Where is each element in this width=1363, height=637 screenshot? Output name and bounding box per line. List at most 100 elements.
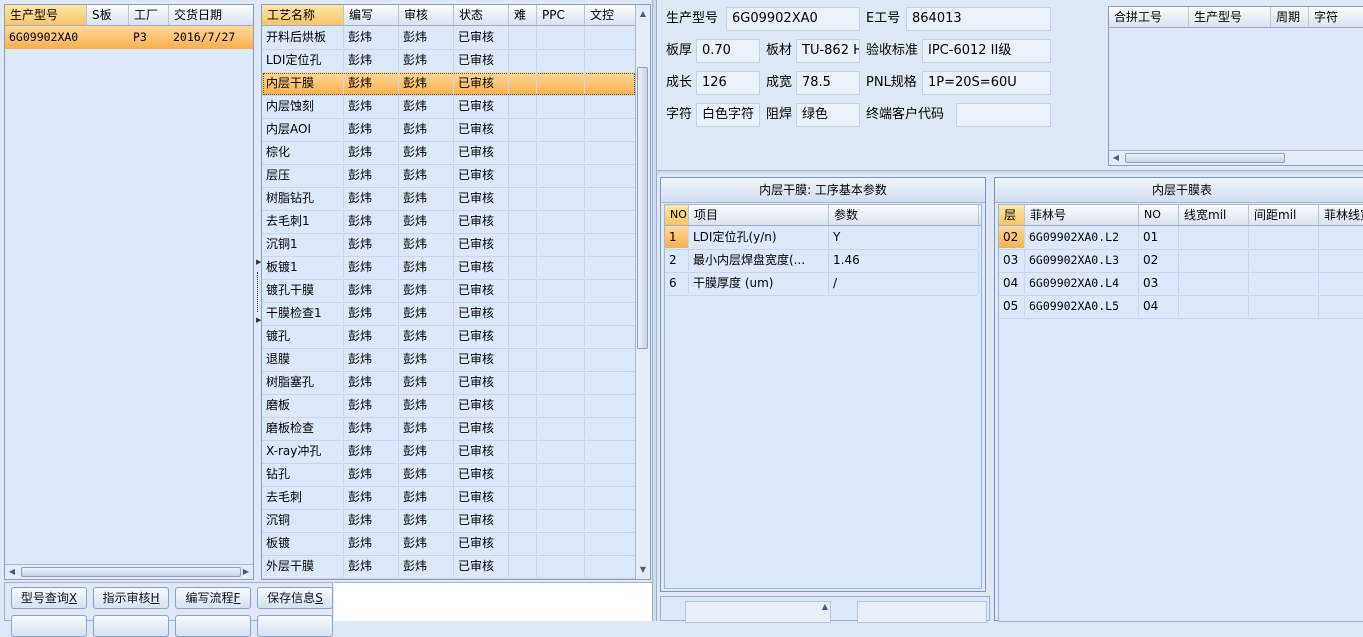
film-row[interactable]: 03 6G09902XA0.L3 02 xyxy=(999,249,1363,273)
process-row[interactable]: 开料后烘板 彭炜 彭炜 已审核 xyxy=(262,26,638,50)
params-col-item[interactable]: 项目 xyxy=(689,205,829,225)
param-row[interactable]: 2 最小内层焊盘宽度(... 1.46 xyxy=(665,249,979,273)
params-col-no[interactable]: NO xyxy=(665,205,689,225)
process-row[interactable]: 内层AOI 彭炜 彭炜 已审核 xyxy=(262,118,638,142)
film-col-film[interactable]: 菲林号 xyxy=(1025,205,1139,225)
process-row[interactable]: 棕化 彭炜 彭炜 已审核 xyxy=(262,141,638,165)
process-row[interactable]: 树脂钻孔 彭炜 彭炜 已审核 xyxy=(262,187,638,211)
merge-hscroll-thumb[interactable] xyxy=(1125,153,1285,163)
film-layer-cell: 05 xyxy=(999,295,1025,317)
order-hscroll[interactable]: ◀ ▶ xyxy=(5,564,253,579)
process-col-reviewer[interactable]: 审核 xyxy=(399,5,454,25)
order-col-factory[interactable]: 工厂 xyxy=(129,5,169,25)
customer-field[interactable] xyxy=(956,103,1051,127)
footer-field-2[interactable] xyxy=(857,601,987,623)
process-row[interactable]: 退膜 彭炜 彭炜 已审核 xyxy=(262,348,638,372)
extra-button-4[interactable] xyxy=(257,615,333,637)
order-col-date[interactable]: 交货日期 xyxy=(169,5,253,25)
process-row[interactable]: 板镀 彭炜 彭炜 已审核 xyxy=(262,532,638,556)
process-vscroll[interactable]: ▲ ▼ xyxy=(635,5,650,579)
extra-button-2[interactable] xyxy=(93,615,169,637)
thickness-field[interactable]: 0.70 xyxy=(696,39,760,63)
film-col-linewidth[interactable]: 线宽mil xyxy=(1179,205,1249,225)
process-vscroll-thumb[interactable] xyxy=(637,67,648,349)
param-row[interactable]: 1 LDI定位孔(y/n) Y xyxy=(665,226,979,250)
scroll-up-icon[interactable]: ▲ xyxy=(636,7,650,21)
process-col-writer[interactable]: 编写 xyxy=(344,5,399,25)
process-row[interactable]: 内层蚀刻 彭炜 彭炜 已审核 xyxy=(262,95,638,119)
param-row[interactable]: 6 干膜厚度 (um) / xyxy=(665,272,979,296)
process-row[interactable]: 板镀1 彭炜 彭炜 已审核 xyxy=(262,256,638,280)
process-col-doc[interactable]: 文控 xyxy=(585,5,638,25)
process-row[interactable]: 内层干膜 彭炜 彭炜 已审核 xyxy=(262,72,638,96)
extra-button-3[interactable] xyxy=(175,615,251,637)
material-field[interactable]: TU-862 H xyxy=(796,39,860,63)
eno-field[interactable]: 864013 xyxy=(906,7,1051,31)
extra-button-1[interactable] xyxy=(11,615,87,637)
process-row[interactable]: 干膜检查1 彭炜 彭炜 已审核 xyxy=(262,302,638,326)
process-row[interactable]: 磨板检查 彭炜 彭炜 已审核 xyxy=(262,417,638,441)
process-row[interactable]: 外层干膜 彭炜 彭炜 已审核 xyxy=(262,555,638,579)
splitter-grip[interactable]: ▶ ▶ xyxy=(255,258,261,328)
review-instruction-button[interactable]: 指示审核H xyxy=(93,587,169,609)
horizontal-divider[interactable] xyxy=(657,170,1363,174)
process-status-cell: 已审核 xyxy=(454,371,509,393)
process-row[interactable]: 去毛刺 彭炜 彭炜 已审核 xyxy=(262,486,638,510)
process-grid[interactable]: 工艺名称 编写 审核 状态 难 PPC 文控 开料后烘板 彭炜 彭炜 已审核 LDI定位… xyxy=(261,4,651,580)
film-col-spacing[interactable]: 间距mil xyxy=(1249,205,1319,225)
merge-col-model[interactable]: 生产型号 xyxy=(1189,7,1271,27)
order-hscroll-thumb[interactable] xyxy=(21,567,241,577)
process-row[interactable]: 层压 彭炜 彭炜 已审核 xyxy=(262,164,638,188)
process-row[interactable]: 磨板 彭炜 彭炜 已审核 xyxy=(262,394,638,418)
process-row[interactable]: LDI定位孔 彭炜 彭炜 已审核 xyxy=(262,49,638,73)
scroll-up-icon[interactable]: ▲ xyxy=(822,602,828,611)
process-row[interactable]: 沉铜1 彭炜 彭炜 已审核 xyxy=(262,233,638,257)
legend-field[interactable]: 白色字符 xyxy=(696,103,760,127)
model-field[interactable]: 6G09902XA0 xyxy=(726,7,860,31)
save-info-button[interactable]: 保存信息S xyxy=(257,587,333,609)
scroll-down-icon[interactable]: ▼ xyxy=(636,563,650,577)
process-row[interactable]: 钻孔 彭炜 彭炜 已审核 xyxy=(262,463,638,487)
scroll-left-icon[interactable]: ◀ xyxy=(1109,151,1123,165)
film-row[interactable]: 04 6G09902XA0.L4 03 xyxy=(999,272,1363,296)
process-row[interactable]: 树脂塞孔 彭炜 彭炜 已审核 xyxy=(262,371,638,395)
process-col-name[interactable]: 工艺名称 xyxy=(262,5,344,25)
write-flow-button[interactable]: 编写流程F xyxy=(175,587,251,609)
merge-col-legend[interactable]: 字符 xyxy=(1309,7,1363,27)
process-col-ppc[interactable]: PPC xyxy=(537,5,585,25)
order-col-model[interactable]: 生产型号 xyxy=(5,5,87,25)
process-row[interactable]: X-ray冲孔 彭炜 彭炜 已审核 xyxy=(262,440,638,464)
film-row[interactable]: 05 6G09902XA0.L5 04 xyxy=(999,295,1363,319)
film-grid[interactable]: 层 菲林号 NO 线宽mil 间距mil 菲林线宽 026G09902XA0.L… xyxy=(998,204,1363,622)
process-row[interactable]: 去毛刺1 彭炜 彭炜 已审核 xyxy=(262,210,638,234)
film-col-filmwidth[interactable]: 菲林线宽 xyxy=(1319,205,1363,225)
standard-field[interactable]: IPC-6012 II级 xyxy=(922,39,1051,63)
process-row[interactable]: 镀孔 彭炜 彭炜 已审核 xyxy=(262,325,638,349)
scroll-right-icon[interactable]: ▶ xyxy=(239,565,253,579)
merge-col-period[interactable]: 周期 xyxy=(1271,7,1309,27)
process-col-difficulty[interactable]: 难 xyxy=(509,5,537,25)
model-query-button[interactable]: 型号查询X xyxy=(11,587,87,609)
scroll-left-icon[interactable]: ◀ xyxy=(5,565,19,579)
length-field[interactable]: 126 xyxy=(696,71,760,95)
process-col-status[interactable]: 状态 xyxy=(454,5,509,25)
params-col-value[interactable]: 参数 xyxy=(829,205,979,225)
merge-grid[interactable]: 合拼工号 生产型号 周期 字符 ◀ xyxy=(1108,6,1363,166)
width-field[interactable]: 78.5 xyxy=(796,71,860,95)
process-doc-cell xyxy=(585,141,638,163)
merge-hscroll[interactable]: ◀ xyxy=(1109,150,1363,165)
film-col-no[interactable]: NO xyxy=(1139,205,1179,225)
process-row[interactable]: 沉铜 彭炜 彭炜 已审核 xyxy=(262,509,638,533)
order-col-s[interactable]: S板 xyxy=(87,5,129,25)
film-col-layer[interactable]: 层 xyxy=(999,205,1025,225)
footer-field-1[interactable]: ▲ xyxy=(685,601,831,623)
film-row[interactable]: 02 6G09902XA0.L2 01 xyxy=(999,226,1363,250)
params-grid[interactable]: NO 项目 参数 1 LDI定位孔(y/n) Y 2 最小内层焊盘宽度(... 1.46 6… xyxy=(664,204,982,589)
merge-col-job[interactable]: 合拼工号 xyxy=(1109,7,1189,27)
process-row[interactable]: 镀孔干膜 彭炜 彭炜 已审核 xyxy=(262,279,638,303)
order-grid[interactable]: 生产型号 S板 工厂 交货日期 6G09902XA0 P3 2016/7/27 … xyxy=(4,4,254,580)
vertical-divider[interactable] xyxy=(652,0,657,621)
pnl-field[interactable]: 1P=20S=60U xyxy=(922,71,1051,95)
mask-field[interactable]: 绿色 xyxy=(796,103,860,127)
order-row[interactable]: 6G09902XA0 P3 2016/7/27 xyxy=(5,26,253,49)
